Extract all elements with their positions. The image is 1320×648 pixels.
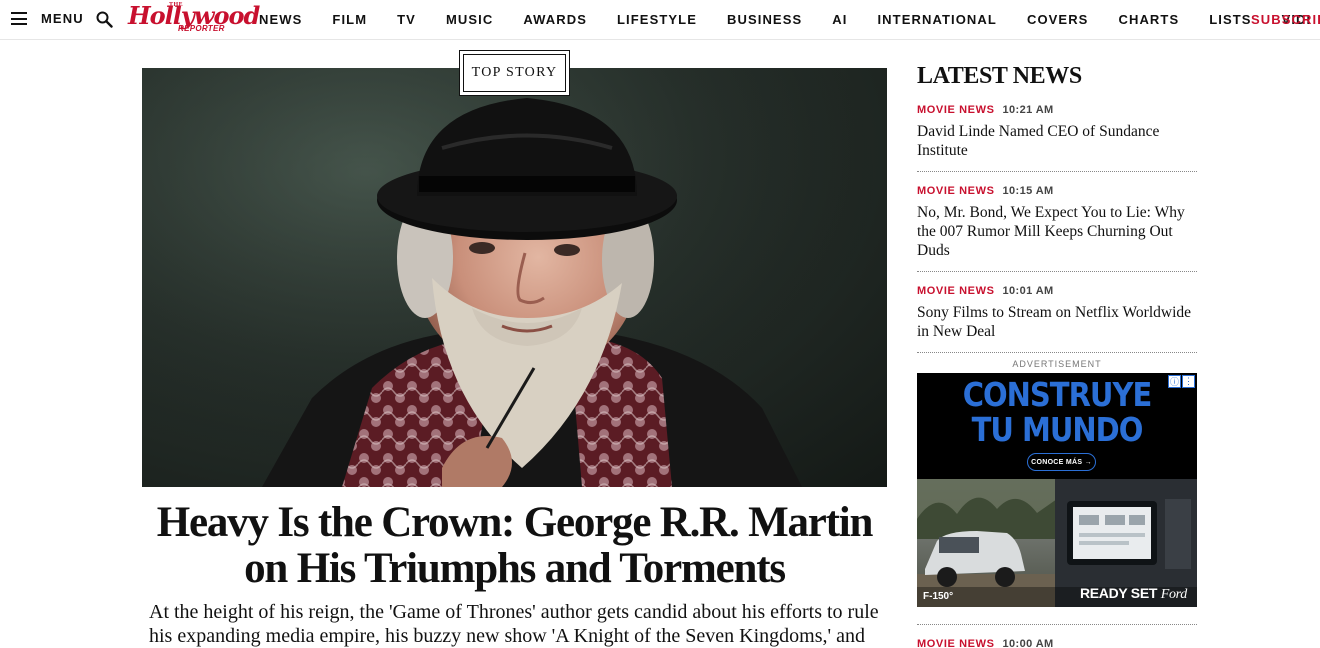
nav-link-international[interactable]: INTERNATIONAL [877,12,997,27]
list-item[interactable]: MOVIE NEWS 10:15 AM No, Mr. Bond, We Exp… [917,184,1197,272]
ad-line-1: CONSTRUYE [962,375,1153,415]
ad-choices[interactable]: ⓘ ⋮ [1167,375,1195,388]
advertisement-label: ADVERTISEMENT [1012,359,1102,369]
more-icon[interactable]: ⋮ [1182,375,1195,388]
nav-link-covers[interactable]: COVERS [1027,12,1089,27]
portrait-photo [142,68,887,487]
nav-link-charts[interactable]: CHARTS [1118,12,1179,27]
news-title[interactable]: David Linde Named CEO of Sundance Instit… [917,122,1197,160]
news-title[interactable]: Sony Films to Stream on Netflix Worldwid… [917,303,1197,341]
nav-link-tv[interactable]: TV [397,12,416,27]
nav-links: NEWS FILM TV MUSIC AWARDS LIFESTYLE BUSI… [259,12,1320,27]
news-title[interactable]: No, Mr. Bond, We Expect You to Lie: Why … [917,203,1197,260]
site-logo[interactable]: THE Hollywood REPORTER [128,1,260,36]
list-item[interactable]: MOVIE NEWS 10:00 AM [917,638,1054,648]
top-story-label: TOP STORY [463,54,566,92]
hero-image[interactable] [142,68,887,487]
nav-link-awards[interactable]: AWARDS [523,12,587,27]
latest-news-heading: LATEST NEWS [917,63,1082,89]
subscribe-link[interactable]: SUBSCRIB [1251,12,1320,27]
list-item[interactable]: MOVIE NEWS 10:01 AM Sony Films to Stream… [917,284,1197,353]
ad-model-label: F-150° [923,591,954,602]
news-time: 10:15 AM [1002,185,1054,197]
hero-headline[interactable]: Heavy Is the Crown: George R.R. Martin o… [142,500,887,592]
top-story-badge: TOP STORY [459,50,570,96]
hero-dek: At the height of his reign, the 'Game of… [149,601,879,647]
news-time: 10:00 AM [1002,638,1054,648]
menu-button[interactable]: MENU [11,11,84,26]
list-item[interactable]: MOVIE NEWS 10:21 AM David Linde Named CE… [917,103,1197,172]
news-category[interactable]: MOVIE NEWS [917,638,995,648]
top-navigation: MENU THE Hollywood REPORTER NEWS FILM TV… [0,0,1320,40]
news-category[interactable]: MOVIE NEWS [917,185,995,197]
ad-line-2: TU MUNDO [971,410,1144,450]
nav-link-business[interactable]: BUSINESS [727,12,802,27]
nav-link-film[interactable]: FILM [332,12,367,27]
ad-tagline: READY SET Ford [1080,585,1187,603]
info-icon[interactable]: ⓘ [1168,375,1181,388]
nav-link-music[interactable]: MUSIC [446,12,493,27]
search-icon[interactable] [96,11,113,28]
news-time: 10:21 AM [1002,104,1054,116]
menu-label: MENU [41,11,84,26]
nav-link-lifestyle[interactable]: LIFESTYLE [617,12,697,27]
nav-link-ai[interactable]: AI [832,12,847,27]
ad-banner[interactable]: CONSTRUYE TU MUNDO CONOCE MÁS → ⓘ ⋮ F-15… [917,373,1197,607]
news-category[interactable]: MOVIE NEWS [917,104,995,116]
hamburger-icon [11,12,27,25]
news-category[interactable]: MOVIE NEWS [917,285,995,297]
nav-link-news[interactable]: NEWS [259,12,302,27]
ad-brand: Ford [1160,587,1188,602]
logo-subtitle: REPORTER [178,24,225,33]
ad-tagline-text: READY SET [1079,585,1158,601]
nav-link-lists[interactable]: LISTS [1209,12,1251,27]
news-time: 10:01 AM [1002,285,1054,297]
ad-headline-panel: CONSTRUYE TU MUNDO CONOCE MÁS → ⓘ ⋮ [917,373,1197,479]
ad-cta-button[interactable]: CONOCE MÁS → [1027,453,1096,471]
divider [917,624,1197,625]
